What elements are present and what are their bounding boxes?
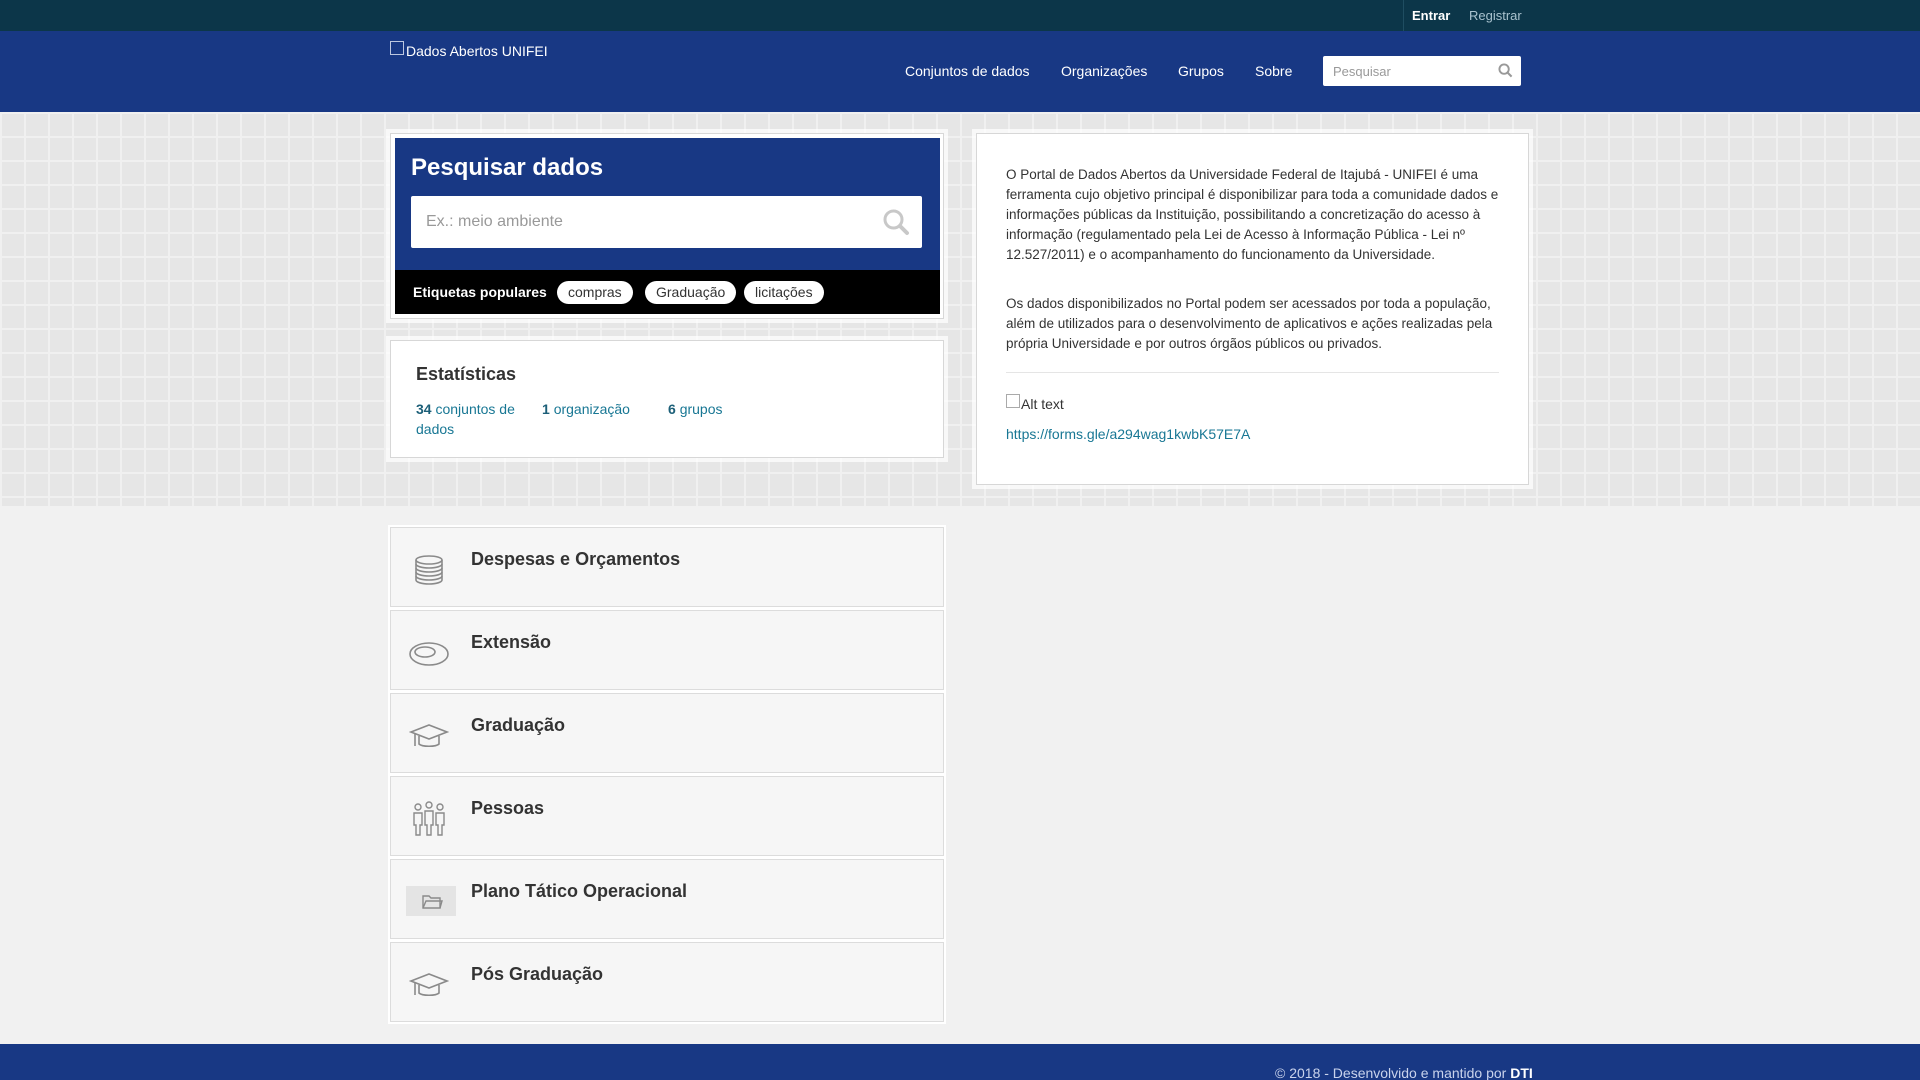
footer-credit-org[interactable]: DTI [1510,1065,1533,1080]
masthead: Dados Abertos UNIFEI Conjuntos de dados … [0,31,1920,112]
about-image: Alt text [1006,394,1064,412]
topbar-divider [1403,0,1404,31]
stat-groups-label: grupos [679,401,723,417]
group-name: Graduação [471,715,566,735]
stat-organizations-label: organização [553,401,630,417]
group-item-graduacao[interactable]: Graduação [390,693,944,773]
nav-organizations[interactable]: Organizações [1061,63,1147,79]
group-name: Plano Tático Operacional [471,881,688,901]
stat-groups[interactable]: 6 grupos [668,399,723,419]
logo-alt-text: Dados Abertos UNIFEI [406,43,548,59]
stat-groups-count: 6 [668,401,676,417]
group-name: Despesas e Orçamentos [471,549,681,569]
search-title: Pesquisar dados [411,154,604,181]
people-icon [409,799,449,839]
group-item-plano-tatico[interactable]: Plano Tático Operacional [390,859,944,939]
oval-icon [409,633,449,673]
broken-image-icon [390,41,404,55]
group-name: Extensão [471,632,552,652]
search-field [411,196,922,248]
nav-datasets[interactable]: Conjuntos de dados [905,63,1030,79]
stat-organizations[interactable]: 1 organização [542,399,630,419]
stat-organizations-count: 1 [542,401,550,417]
about-portal-panel: O Portal de Dados Abertos da Universidad… [976,133,1529,485]
footer-credit-text: © 2018 - Desenvolvido e mantido por [1275,1065,1507,1080]
broken-image-icon [1006,394,1020,408]
group-item-pos-graduacao[interactable]: Pós Graduação [390,942,944,1022]
popular-tags-bar: Etiquetas populares compras Graduação li… [395,270,940,314]
header-search [1323,56,1521,86]
search-header: Pesquisar dados [395,138,940,270]
footer-credit: © 2018 - Desenvolvido e mantido por DTI [1275,1065,1533,1080]
tag-graduacao[interactable]: Graduação [645,281,737,304]
graduation-cap-icon [408,716,450,756]
stat-datasets[interactable]: 34 conjuntos de dados [416,399,526,439]
search-icon[interactable] [882,208,910,241]
statistics-panel: Estatísticas 34 conjuntos de dados 1 org… [390,340,944,458]
about-image-alt: Alt text [1021,396,1064,412]
graduation-cap-icon [408,965,450,1005]
statistics-title: Estatísticas [416,364,517,384]
footer: © 2018 - Desenvolvido e mantido por DTI [0,1044,1920,1080]
folder-icon [406,886,456,916]
site-logo[interactable]: Dados Abertos UNIFEI [390,41,548,59]
dataset-search-module: Pesquisar dados Etiquetas populares comp… [395,138,940,314]
group-name: Pós Graduação [471,964,604,984]
group-item-extensao[interactable]: Extensão [390,610,944,690]
about-paragraph-2: Os dados disponibilizados no Portal pode… [1006,296,1493,351]
search-icon[interactable] [1498,63,1513,83]
register-link[interactable]: Registrar [1469,8,1522,23]
nav-about[interactable]: Sobre [1255,63,1292,79]
login-link[interactable]: Entrar [1412,8,1450,23]
hero-background [0,112,1920,506]
survey-link[interactable]: https://forms.gle/a294wag1kwbK57E7A [1006,426,1250,442]
nav-groups[interactable]: Grupos [1178,63,1224,79]
dataset-search-input[interactable] [411,196,861,248]
about-paragraph-1: O Portal de Dados Abertos da Universidad… [1006,167,1499,262]
coins-icon [409,550,449,590]
about-divider [1006,372,1499,373]
group-item-despesas[interactable]: Despesas e Orçamentos [390,527,944,607]
group-item-pessoas[interactable]: Pessoas [390,776,944,856]
tag-compras[interactable]: compras [557,281,633,304]
group-name: Pessoas [471,798,545,818]
popular-tags-label: Etiquetas populares [413,284,547,300]
header-search-input[interactable] [1323,56,1488,86]
top-bar: Entrar Registrar [0,0,1920,31]
tag-licitacoes[interactable]: licitações [744,281,824,304]
stat-datasets-count: 34 [416,401,432,417]
